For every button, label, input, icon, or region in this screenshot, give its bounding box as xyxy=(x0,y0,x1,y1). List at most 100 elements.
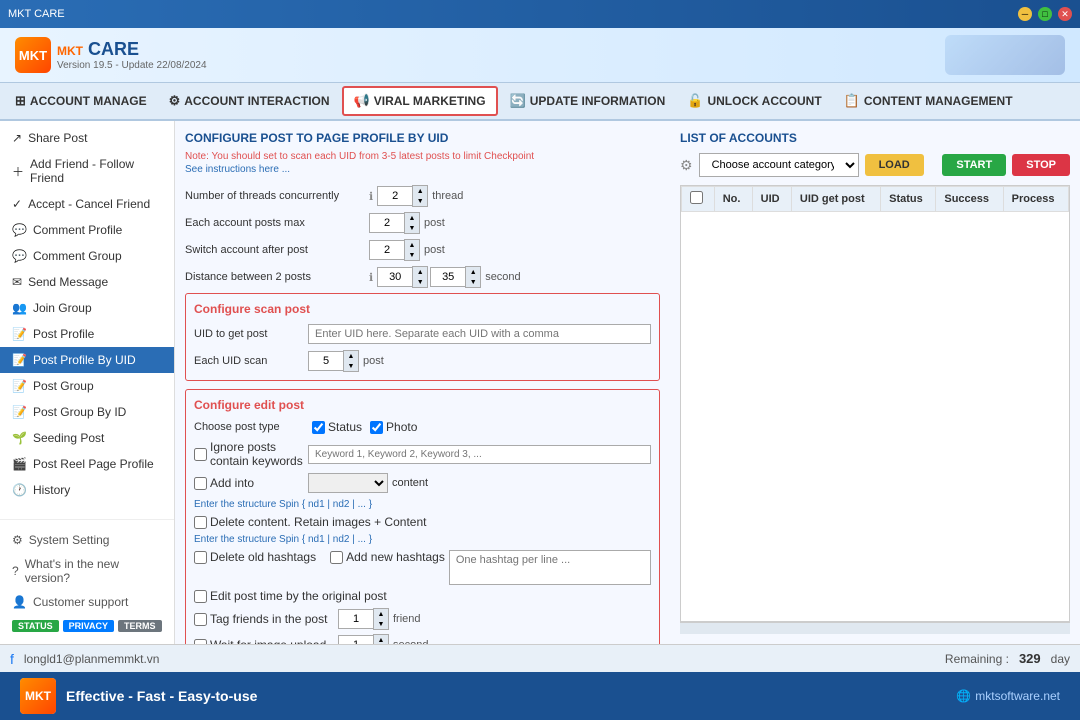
sidebar-item-accept-friend[interactable]: ✓ Accept - Cancel Friend xyxy=(0,191,174,217)
tag-friends-input[interactable] xyxy=(338,609,373,629)
status-checkbox[interactable] xyxy=(312,421,325,434)
status-badge[interactable]: STATUS xyxy=(12,620,59,632)
posts-max-spin: ▲ ▼ xyxy=(369,212,420,234)
spin-link-2[interactable]: Enter the structure Spin { nd1 | nd2 | .… xyxy=(194,534,651,545)
photo-checkbox[interactable] xyxy=(370,421,383,434)
accounts-title: LIST OF ACCOUNTS xyxy=(680,131,1070,145)
instructions-link[interactable]: See instructions here ... xyxy=(185,164,660,175)
edit-time-item[interactable]: Edit post time by the original post xyxy=(194,589,387,603)
scan-up-btn[interactable]: ▲ xyxy=(344,351,358,361)
tag-down-btn[interactable]: ▼ xyxy=(374,619,388,629)
sidebar-item-post-group[interactable]: 📝 Post Group xyxy=(0,373,174,399)
customer-support-icon: 👤 xyxy=(12,595,27,609)
col-uid-get-post: UID get post xyxy=(791,187,880,212)
posts-max-spin-btns: ▲ ▼ xyxy=(404,212,420,234)
distance1-up-btn[interactable]: ▲ xyxy=(413,267,427,277)
tag-friends-checkbox[interactable] xyxy=(194,613,207,626)
nav-viral-marketing[interactable]: 📢 VIRAL MARKETING xyxy=(342,86,498,116)
sidebar-item-join-group[interactable]: 👥 Join Group xyxy=(0,295,174,321)
horizontal-scrollbar[interactable] xyxy=(680,622,1070,634)
sidebar-whats-new[interactable]: ? What's in the new version? xyxy=(0,552,174,590)
threads-up-btn[interactable]: ▲ xyxy=(413,186,427,196)
switch-down-btn[interactable]: ▼ xyxy=(405,250,419,260)
logo-title: MKT CARE xyxy=(57,39,207,60)
photo-checkbox-item[interactable]: Photo xyxy=(370,420,417,434)
delete-hashtag-item[interactable]: Delete old hashtags xyxy=(194,550,316,564)
tag-up-btn[interactable]: ▲ xyxy=(374,609,388,619)
add-into-checkbox-item[interactable]: Add into xyxy=(194,476,304,490)
posts-max-input[interactable] xyxy=(369,213,404,233)
wait-up-btn[interactable]: ▲ xyxy=(374,635,388,644)
sidebar-item-comment-profile[interactable]: 💬 Comment Profile xyxy=(0,217,174,243)
delete-content-checkbox-item[interactable]: Delete content. Retain images + Content xyxy=(194,515,426,529)
maximize-button[interactable]: □ xyxy=(1038,7,1052,21)
load-button[interactable]: LOAD xyxy=(865,154,924,176)
sidebar-item-history[interactable]: 🕐 History xyxy=(0,477,174,503)
nav-account-interaction[interactable]: ⚙ ACCOUNT INTERACTION xyxy=(159,88,340,114)
sidebar-system-setting[interactable]: ⚙ System Setting xyxy=(0,528,174,552)
stop-button[interactable]: STOP xyxy=(1012,154,1070,176)
ignore-checkbox-item[interactable]: Ignore posts contain keywords xyxy=(194,440,304,468)
distance-input1[interactable] xyxy=(377,267,412,287)
category-select[interactable]: Choose account category xyxy=(699,153,859,177)
keywords-input[interactable] xyxy=(308,445,651,464)
col-check xyxy=(682,187,715,212)
wait-item[interactable]: Wait for image upload xyxy=(194,638,334,644)
sidebar-item-share-post[interactable]: ↗ Share Post xyxy=(0,125,174,151)
sidebar-item-post-reel[interactable]: 🎬 Post Reel Page Profile xyxy=(0,451,174,477)
add-into-select[interactable] xyxy=(308,473,388,493)
sidebar-item-seeding-post[interactable]: 🌱 Seeding Post xyxy=(0,425,174,451)
close-button[interactable]: ✕ xyxy=(1058,7,1072,21)
sidebar-customer-support[interactable]: 👤 Customer support xyxy=(0,590,174,614)
nav-account-manage[interactable]: ⊞ ACCOUNT MANAGE xyxy=(5,88,157,114)
scan-down-btn[interactable]: ▼ xyxy=(344,361,358,371)
wait-checkbox[interactable] xyxy=(194,639,207,645)
posts-max-up-btn[interactable]: ▲ xyxy=(405,213,419,223)
hashtag-textarea[interactable] xyxy=(449,550,651,585)
scan-input[interactable] xyxy=(308,351,343,371)
delete-hashtag-checkbox[interactable] xyxy=(194,551,207,564)
wait-row: Wait for image upload ▲ ▼ second xyxy=(194,634,651,644)
hashtag-checks: Delete old hashtags Add new hashtags xyxy=(194,550,445,564)
status-checkbox-item[interactable]: Status xyxy=(312,420,362,434)
delete-content-checkbox[interactable] xyxy=(194,516,207,529)
distance1-down-btn[interactable]: ▼ xyxy=(413,277,427,287)
spin-link-1[interactable]: Enter the structure Spin { nd1 | nd2 | .… xyxy=(194,499,651,510)
sidebar-item-send-message[interactable]: ✉ Send Message xyxy=(0,269,174,295)
wait-input[interactable] xyxy=(338,635,373,644)
ignore-checkbox[interactable] xyxy=(194,448,207,461)
threads-input[interactable] xyxy=(377,186,412,206)
bottom-logo: MKT Effective - Fast - Easy-to-use xyxy=(20,678,257,714)
posts-max-down-btn[interactable]: ▼ xyxy=(405,223,419,233)
add-into-checkbox[interactable] xyxy=(194,477,207,490)
sidebar-item-comment-group[interactable]: 💬 Comment Group xyxy=(0,243,174,269)
switch-up-btn[interactable]: ▲ xyxy=(405,240,419,250)
tag-friends-item[interactable]: Tag friends in the post xyxy=(194,612,334,626)
threads-down-btn[interactable]: ▼ xyxy=(413,196,427,206)
nav-unlock-account[interactable]: 🔓 UNLOCK ACCOUNT xyxy=(677,88,831,114)
uid-input[interactable] xyxy=(308,324,651,344)
switch-account-input[interactable] xyxy=(369,240,404,260)
nav-content-management[interactable]: 📋 CONTENT MANAGEMENT xyxy=(834,88,1023,114)
sidebar-item-post-group-id[interactable]: 📝 Post Group By ID xyxy=(0,399,174,425)
add-hashtag-checkbox[interactable] xyxy=(330,551,343,564)
distance-input2[interactable] xyxy=(430,267,465,287)
terms-badge[interactable]: TERMS xyxy=(118,620,162,632)
sidebar-item-add-friend[interactable]: ＋ Add Friend - Follow Friend xyxy=(0,151,174,191)
distance-label: Distance between 2 posts xyxy=(185,271,365,283)
sidebar-item-post-profile[interactable]: 📝 Post Profile xyxy=(0,321,174,347)
accounts-data-table: No. UID UID get post Status Success Proc… xyxy=(681,186,1069,212)
distance2-down-btn[interactable]: ▼ xyxy=(466,277,480,287)
minimize-button[interactable]: ─ xyxy=(1018,7,1032,21)
privacy-badge[interactable]: PRIVACY xyxy=(63,620,114,632)
select-all-checkbox[interactable] xyxy=(690,191,703,204)
wait-spin-btns: ▲ ▼ xyxy=(373,634,389,644)
delete-content-row: Delete content. Retain images + Content xyxy=(194,515,651,529)
add-hashtag-item[interactable]: Add new hashtags xyxy=(330,550,445,564)
switch-account-label: Switch account after post xyxy=(185,244,365,256)
start-button[interactable]: START xyxy=(942,154,1006,176)
nav-update-information[interactable]: 🔄 UPDATE INFORMATION xyxy=(500,88,676,114)
sidebar-item-post-profile-uid[interactable]: 📝 Post Profile By UID xyxy=(0,347,174,373)
edit-time-checkbox[interactable] xyxy=(194,590,207,603)
distance2-up-btn[interactable]: ▲ xyxy=(466,267,480,277)
